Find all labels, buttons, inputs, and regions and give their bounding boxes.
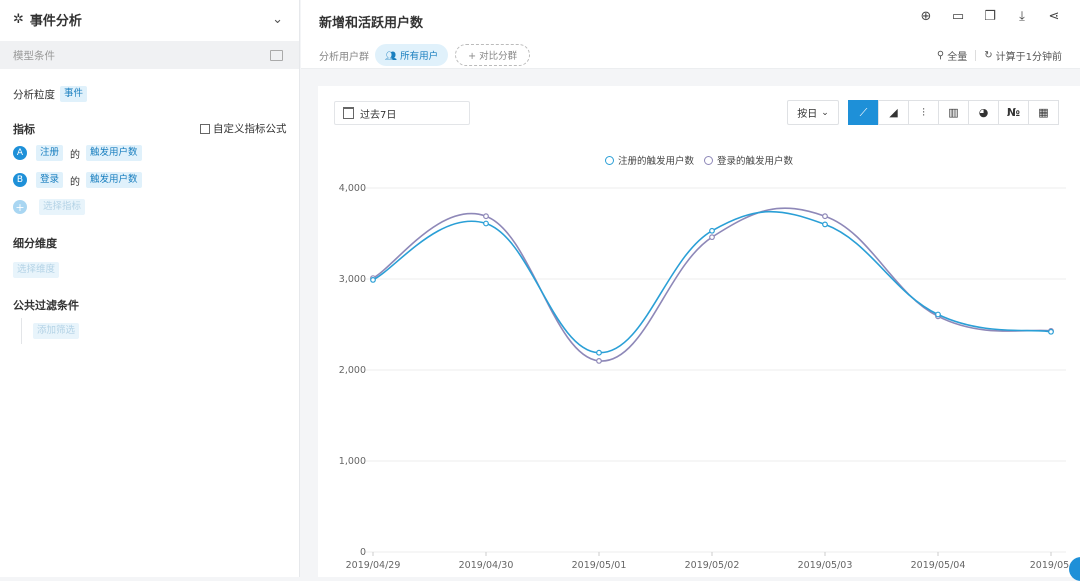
page-title: 新增和活跃用户数 (319, 16, 424, 31)
computed-label: 计算于1分钟前 (995, 52, 1062, 63)
copy-icon[interactable]: ❐ (982, 9, 998, 25)
add-metric-chip[interactable]: 选择指标 (39, 199, 86, 215)
metric-measure-chip[interactable]: 触发用户数 (86, 172, 142, 188)
model-conditions-label: 模型条件 (13, 49, 55, 62)
formula-icon (200, 123, 210, 134)
data-point (935, 311, 941, 318)
breakdown-row: 选择维度 (13, 262, 60, 278)
x-tick-label: 2019/05/01 (572, 560, 627, 571)
user-group-label: 分析用户群 (319, 51, 369, 63)
user-icon: 👥︎ (385, 51, 401, 62)
custom-formula-label: 自定义指标公式 (213, 123, 287, 135)
metric-event-chip[interactable]: 注册 (36, 145, 64, 161)
header-actions: ⊕ ▭ ❐ ⤓ ⋖ (918, 9, 1062, 25)
download-icon[interactable]: ⤓ (1014, 9, 1030, 25)
x-tick-label: 2019/05/04 (911, 560, 966, 571)
breakdown-chip[interactable]: 选择维度 (13, 262, 60, 278)
compute-info: ⚲ 全量 ↻ 计算于1分钟前 (937, 48, 1062, 63)
topbar: 新增和活跃用户数 ⊕ ▭ ❐ ⤓ ⋖ 分析用户群 👥︎ 所有用户 + 对比分群 … (301, 0, 1080, 69)
data-point (370, 277, 376, 283)
y-tick-label: 1,000 (339, 456, 366, 467)
x-tick-label: 2019/04/29 (346, 560, 401, 571)
full-label[interactable]: 全量 (947, 48, 967, 63)
metric-event-chip[interactable]: 登录 (36, 172, 64, 188)
add-circle-icon[interactable]: ⊕ (918, 9, 934, 25)
help-float-button[interactable] (1069, 557, 1080, 581)
model-conditions[interactable]: 模型条件 (0, 41, 299, 69)
data-point (1048, 328, 1054, 335)
user-group-pill[interactable]: 👥︎ 所有用户 (375, 44, 449, 66)
share-icon[interactable]: ⋖ (1046, 9, 1062, 25)
y-tick-label: 3,000 (339, 274, 366, 285)
x-tick-label: 2019/05/03 (798, 560, 853, 571)
data-point (483, 213, 489, 220)
data-point (709, 234, 715, 241)
user-group-value: 所有用户 (400, 51, 439, 62)
data-point (822, 213, 828, 220)
filter-title: 公共过滤条件 (13, 299, 79, 312)
granularity-chip[interactable]: 事件 (60, 86, 88, 102)
granularity-row: 分析粒度 事件 (13, 86, 88, 102)
sidebar: ✲ 事件分析 ⌄ 模型条件 分析粒度 事件 指标 自定义指标公式 A 注册 的 … (0, 0, 300, 577)
data-point (596, 349, 602, 356)
compare-group-button[interactable]: + 对比分群 (455, 44, 531, 66)
chart-card: 过去7日 按日 ⌄ ⟋ ◢ ⫶ ▥ ◕ № ▦ 注册的触发用户数 登录的触发用户… (318, 86, 1080, 577)
x-tick-label: 2019/04/30 (459, 560, 514, 571)
data-point (483, 220, 489, 227)
sidebar-title: 事件分析 (29, 13, 82, 29)
y-tick-label: 4,000 (339, 183, 366, 194)
filter-divider (21, 318, 22, 344)
data-point (596, 358, 602, 364)
line-chart: 0 1,000 2,000 3,000 4,000 2019/04/29 2019/04/3… (339, 183, 1073, 571)
metric-of-label: 的 (70, 176, 81, 188)
metric-of-label: 的 (70, 149, 81, 161)
breakdown-title: 细分维度 (13, 237, 57, 250)
save-icon[interactable]: ▭ (950, 9, 966, 25)
metric-badge-a: A (13, 146, 27, 160)
divider (975, 50, 977, 61)
data-point (709, 227, 715, 234)
event-analysis-icon: ✲ (13, 11, 24, 27)
add-metric-icon[interactable]: + (13, 200, 27, 214)
edit-icon[interactable] (270, 49, 283, 61)
add-metric-row: + 选择指标 (13, 199, 86, 215)
metric-badge-b: B (13, 173, 27, 187)
data-point (822, 221, 828, 228)
metric-measure-chip[interactable]: 触发用户数 (86, 145, 142, 161)
refresh-icon[interactable]: ↻ (984, 50, 992, 61)
metric-row-b: B 登录 的 触发用户数 (13, 172, 142, 188)
sidebar-header[interactable]: ✲ 事件分析 ⌄ (0, 0, 299, 38)
chevron-down-icon[interactable]: ⌄ (272, 12, 283, 27)
y-tick-label: 2,000 (339, 365, 366, 376)
metrics-title: 指标 (13, 123, 35, 136)
filter-row: 添加筛选 (33, 323, 80, 339)
y-tick-label: 0 (360, 547, 366, 558)
filter-chip[interactable]: 添加筛选 (33, 323, 80, 339)
custom-formula-button[interactable]: 自定义指标公式 (200, 121, 287, 136)
x-tick-label: 2019/05, (1030, 560, 1073, 571)
metric-row-a: A 注册 的 触发用户数 (13, 145, 142, 161)
user-group-row: 分析用户群 👥︎ 所有用户 + 对比分群 (319, 44, 531, 66)
x-tick-label: 2019/05/02 (685, 560, 740, 571)
granularity-label: 分析粒度 (13, 88, 55, 101)
search-icon[interactable]: ⚲ (937, 50, 944, 61)
